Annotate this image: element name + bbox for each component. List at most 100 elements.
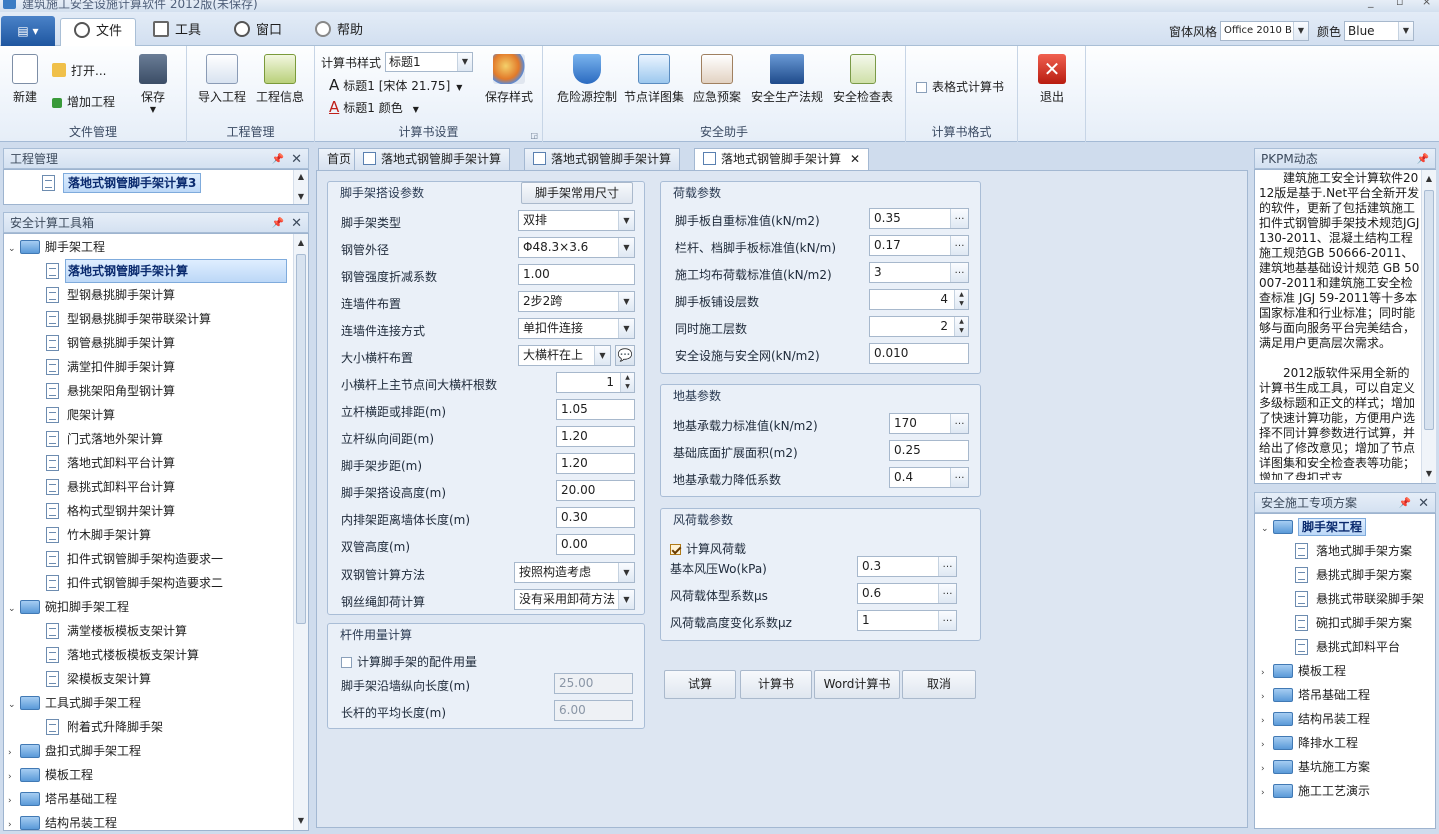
- param-input[interactable]: 0.6…: [857, 583, 957, 604]
- scroll-down-icon[interactable]: ▼: [1422, 467, 1436, 481]
- scroll-up-icon[interactable]: ▲: [1422, 172, 1436, 186]
- plan-tree-node[interactable]: › 降排水工程: [1261, 731, 1358, 755]
- save-button[interactable]: 保存 ▼: [136, 54, 170, 114]
- toolbox-tree-node[interactable]: › 塔吊基础工程: [8, 787, 117, 811]
- ellipsis-icon[interactable]: …: [938, 611, 956, 630]
- param-input[interactable]: 0.4…: [889, 467, 969, 488]
- chevron-right-icon[interactable]: ›: [8, 765, 20, 789]
- emergency-plan-button[interactable]: 应急预案: [689, 54, 745, 105]
- open-button[interactable]: 打开...: [52, 62, 106, 79]
- ellipsis-icon[interactable]: …: [950, 263, 968, 282]
- param-input[interactable]: 170…: [889, 413, 969, 434]
- application-menu-button[interactable]: ▤ ▾: [1, 16, 55, 46]
- toolbox-tree-node[interactable]: 型钢悬挑脚手架计算: [46, 283, 175, 307]
- common-size-button[interactable]: 脚手架常用尺寸: [521, 182, 633, 204]
- toolbox-tree-node[interactable]: ⌄ 碗扣脚手架工程: [8, 595, 129, 619]
- toolbox-tree-node[interactable]: 门式落地外架计算: [46, 427, 163, 451]
- doc-tab-1[interactable]: 落地式钢管脚手架计算: [354, 148, 511, 170]
- chevron-down-icon[interactable]: ⌄: [8, 597, 20, 621]
- cancel-button[interactable]: 取消: [902, 670, 976, 699]
- toolbox-tree-node[interactable]: 格构式型钢井架计算: [46, 499, 175, 523]
- spinner-icon[interactable]: ▲ ▼: [620, 373, 634, 392]
- plan-tree-node[interactable]: 悬挑式脚手架方案: [1295, 563, 1412, 587]
- close-icon[interactable]: ✕: [291, 149, 302, 170]
- chevron-right-icon[interactable]: ›: [1261, 709, 1273, 733]
- pkpm-scrollbar[interactable]: ▲ ▼: [1421, 170, 1436, 483]
- tab-window[interactable]: 窗口: [234, 18, 282, 46]
- param-input[interactable]: Φ48.3×3.6 ▼: [518, 237, 635, 258]
- toolbox-tree-node[interactable]: 落地式钢管脚手架计算: [46, 259, 287, 283]
- safety-regulations-button[interactable]: 安全生产法规: [749, 54, 825, 105]
- project-scrollbar[interactable]: ▲ ▼: [293, 170, 308, 204]
- close-tab-icon[interactable]: ✕: [850, 152, 860, 166]
- plan-tree-node[interactable]: › 模板工程: [1261, 659, 1346, 683]
- param-input[interactable]: 0.00: [556, 534, 635, 555]
- title-font-button[interactable]: A 标题1 [宋体 21.75] ▼: [329, 76, 462, 94]
- import-project-button[interactable]: 导入工程: [197, 54, 247, 105]
- new-button[interactable]: 新建: [6, 54, 44, 105]
- toolbox-tree-node[interactable]: 悬挑式卸料平台计算: [46, 475, 175, 499]
- chevron-down-icon[interactable]: ▼: [618, 292, 634, 311]
- toolbox-tree-node[interactable]: 附着式升降脚手架: [46, 715, 163, 739]
- plan-tree-node[interactable]: 悬挑式卸料平台: [1295, 635, 1400, 659]
- toolbox-tree-node[interactable]: 落地式楼板模板支架计算: [46, 643, 199, 667]
- toolbox-tree-node[interactable]: 落地式卸料平台计算: [46, 451, 175, 475]
- plan-tree-node[interactable]: ⌄ 脚手架工程: [1261, 515, 1367, 541]
- scroll-up-icon[interactable]: ▲: [294, 236, 308, 250]
- chevron-down-icon[interactable]: ⌄: [8, 237, 20, 261]
- toolbox-tree-node[interactable]: › 结构吊装工程: [8, 811, 117, 830]
- ellipsis-icon[interactable]: …: [950, 414, 968, 433]
- param-input[interactable]: 0.010: [869, 343, 969, 364]
- tab-tools[interactable]: 工具: [153, 18, 201, 46]
- speech-bubble-icon[interactable]: 💬: [615, 345, 635, 366]
- toolbox-tree-node[interactable]: 钢管悬挑脚手架计算: [46, 331, 175, 355]
- maximize-icon[interactable]: ▫: [1396, 0, 1403, 8]
- chevron-down-icon[interactable]: ▼: [618, 238, 634, 257]
- toolbox-scrollbar[interactable]: ▲ ▼: [293, 234, 308, 830]
- chevron-right-icon[interactable]: ›: [1261, 685, 1273, 709]
- toolbox-tree-node[interactable]: 梁模板支架计算: [46, 667, 151, 691]
- scroll-thumb[interactable]: [296, 254, 306, 624]
- toolbox-tree-node[interactable]: › 盘扣式脚手架工程: [8, 739, 141, 763]
- plan-tree-node[interactable]: › 施工工艺演示: [1261, 779, 1370, 803]
- chevron-right-icon[interactable]: ›: [1261, 757, 1273, 781]
- project-item[interactable]: 落地式钢管脚手架计算3: [42, 171, 202, 195]
- toolbox-tree-node[interactable]: › 模板工程: [8, 763, 93, 787]
- chevron-down-icon[interactable]: ⌄: [8, 693, 20, 717]
- minimize-icon[interactable]: _: [1368, 0, 1374, 8]
- toolbox-tree-node[interactable]: 竹木脚手架计算: [46, 523, 151, 547]
- chevron-down-icon[interactable]: ▼: [618, 319, 634, 338]
- trial-calc-button[interactable]: 试算: [664, 670, 736, 699]
- ellipsis-icon[interactable]: …: [938, 557, 956, 576]
- toolbox-tree-node[interactable]: 扣件式钢管脚手架构造要求二: [46, 571, 223, 595]
- pin-icon[interactable]: 📌: [1399, 493, 1411, 514]
- toolbox-tree-node[interactable]: 爬架计算: [46, 403, 115, 427]
- tab-help[interactable]: 帮助: [315, 18, 363, 46]
- chevron-right-icon[interactable]: ›: [8, 789, 20, 813]
- ellipsis-icon[interactable]: …: [950, 468, 968, 487]
- param-input[interactable]: 单扣件连接 ▼: [518, 318, 635, 339]
- param-input[interactable]: 双排 ▼: [518, 210, 635, 231]
- param-input[interactable]: 大横杆在上 ▼: [518, 345, 611, 366]
- member-usage-checkbox[interactable]: 计算脚手架的配件用量: [341, 653, 477, 670]
- spinner-icon[interactable]: ▲ ▼: [954, 317, 968, 336]
- chevron-right-icon[interactable]: ›: [8, 813, 20, 830]
- chevron-down-icon[interactable]: ⌄: [1261, 517, 1273, 541]
- scroll-down-icon[interactable]: ▼: [294, 190, 308, 204]
- scroll-thumb[interactable]: [1424, 190, 1434, 430]
- doc-tab-2[interactable]: 落地式钢管脚手架计算: [524, 148, 681, 170]
- plan-tree-node[interactable]: › 结构吊装工程: [1261, 707, 1370, 731]
- plan-tree-node[interactable]: 落地式脚手架方案: [1295, 539, 1412, 563]
- avg-length-input[interactable]: 6.00: [554, 700, 633, 721]
- doc-tab-3[interactable]: 落地式钢管脚手架计算 ✕: [694, 148, 870, 171]
- color-select[interactable]: Blue ▼: [1344, 21, 1414, 41]
- param-input[interactable]: 2步2跨 ▼: [518, 291, 635, 312]
- calc-book-button[interactable]: 计算书: [740, 670, 812, 699]
- toolbox-tree-node[interactable]: 满堂扣件脚手架计算: [46, 355, 175, 379]
- chevron-right-icon[interactable]: ›: [8, 741, 20, 765]
- param-input[interactable]: 2 ▲ ▼: [869, 316, 969, 337]
- table-book-checkbox[interactable]: 表格式计算书: [916, 78, 1004, 95]
- param-input[interactable]: 1…: [857, 610, 957, 631]
- chevron-down-icon[interactable]: ▼: [594, 346, 610, 365]
- wall-length-input[interactable]: 25.00: [554, 673, 633, 694]
